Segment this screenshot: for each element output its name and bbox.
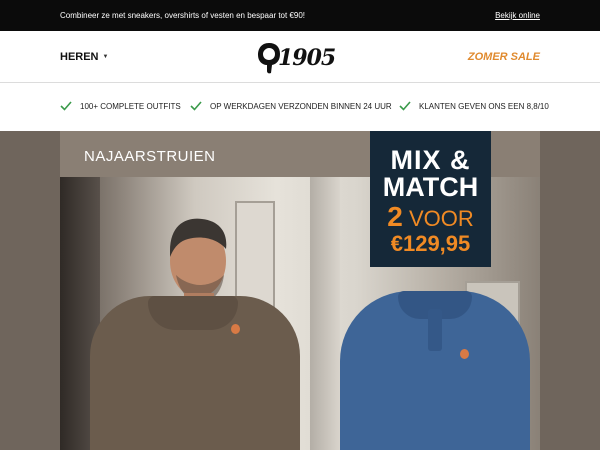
summer-sale-link[interactable]: ZOMER SALE — [468, 51, 540, 63]
usp-label: OP WERKDAGEN VERZONDEN BINNEN 24 UUR — [210, 101, 392, 111]
gender-menu-button[interactable]: HEREN ▼ — [60, 51, 108, 63]
badge-quantity-line: 2 VOOR — [370, 203, 491, 232]
badge-line-1: MIX & — [390, 145, 471, 175]
blue-sweater-product — [340, 291, 530, 450]
usp-label: 100+ COMPLETE OUTFITS — [80, 101, 181, 111]
brand-logo[interactable]: 1905 — [256, 40, 346, 76]
badge-price: €129,95 — [390, 231, 471, 256]
view-online-link[interactable]: Bekijk online — [495, 11, 540, 20]
check-icon — [190, 101, 202, 111]
promo-text: Combineer ze met sneakers, overshirts of… — [60, 11, 306, 20]
badge-quantity: 2 — [387, 201, 403, 232]
promo-topbar: Combineer ze met sneakers, overshirts of… — [0, 0, 600, 31]
usp-bar: 100+ COMPLETE OUTFITS OP WERKDAGEN VERZO… — [0, 84, 600, 131]
mix-match-offer-badge: MIX & MATCH 2 VOOR €129,95 — [370, 131, 491, 267]
check-icon — [399, 101, 411, 111]
hero-category-title: NAJAARSTRUIEN — [84, 148, 216, 165]
usp-item: KLANTEN GEVEN ONS EEN 8,8/10 — [399, 101, 549, 111]
badge-voor: VOOR — [408, 206, 474, 231]
usp-item: OP WERKDAGEN VERZONDEN BINNEN 24 UUR — [190, 101, 392, 111]
gender-menu-label: HEREN — [60, 51, 99, 63]
sweater-logo-icon — [460, 349, 469, 359]
badge-line-2: MATCH — [382, 172, 479, 202]
hero-banner[interactable]: NAJAARSTRUIEN MIX & MATCH 2 VOOR €129,95 — [0, 131, 600, 450]
brown-sweater-model — [90, 296, 300, 450]
model-head-illustration — [170, 218, 227, 309]
sweater-logo-icon — [231, 324, 240, 334]
usp-item: 100+ COMPLETE OUTFITS — [60, 101, 181, 111]
logo-text: 1905 — [278, 45, 336, 71]
site-header: HEREN ▼ 1905 ZOMER SALE — [0, 31, 600, 83]
usp-label: KLANTEN GEVEN ONS EEN 8,8/10 — [419, 101, 549, 111]
check-icon — [60, 101, 72, 111]
chevron-down-icon: ▼ — [102, 54, 109, 60]
